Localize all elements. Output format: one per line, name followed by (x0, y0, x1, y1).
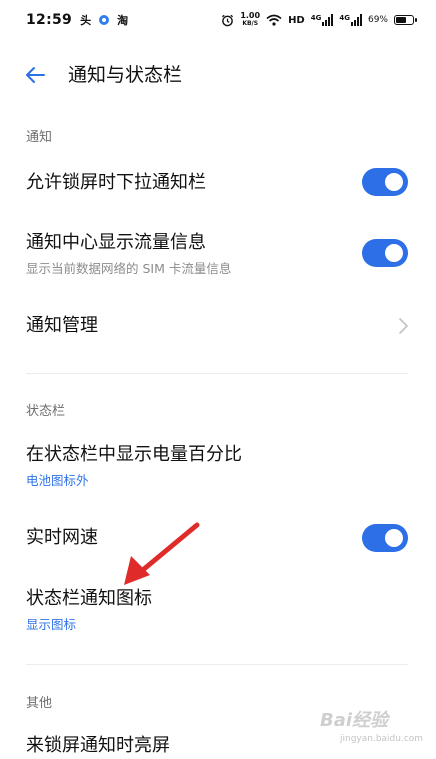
toutiao-app-icon: 头 (80, 14, 92, 27)
setting-value-battery-percentage: 电池图标外 (26, 473, 89, 488)
toggle-realtime-speed[interactable] (362, 524, 408, 552)
setting-title-statusbar-notification-icons: 状态栏通知图标 (26, 588, 152, 609)
toggle-knob (385, 173, 403, 191)
toggle-knob (385, 244, 403, 262)
toggle-show-traffic-info[interactable] (362, 239, 408, 267)
toggle-knob (385, 529, 403, 547)
signal-icon: 4G (339, 14, 362, 26)
network-speed-unit: KB/S (242, 20, 259, 27)
setting-subtitle-show-traffic-info: 显示当前数据网络的 SIM 卡流量信息 (26, 261, 232, 276)
setting-title-battery-percentage: 在状态栏中显示电量百分比 (26, 444, 242, 465)
sim2-network-label: 4G (339, 14, 350, 22)
alarm-icon (222, 14, 234, 26)
status-bar-left: 12:59 头 淘 (26, 12, 128, 28)
network-speed: 1.00 KB/S (240, 12, 260, 28)
taobao-app-icon: 淘 (117, 14, 129, 27)
section-label-statusbar: 状态栏 (26, 404, 66, 419)
status-bar-right: 1.00 KB/S HD 4G 4G 69% (221, 12, 417, 28)
setting-title-show-traffic-info: 通知中心显示流量信息 (26, 232, 206, 253)
red-arrow-annotation (124, 522, 200, 585)
wifi-icon (266, 14, 282, 26)
watermark-text: Bai经验 (320, 710, 389, 731)
status-bar: 12:59 头 淘 1.00 KB/S HD 4G 4G 69% (0, 0, 436, 40)
page-header: 通知与状态栏 (0, 52, 436, 98)
baidu-jingyan-watermark: Bai经验 jingyan.baidu.com (300, 700, 424, 750)
signal-icon: 4G (311, 14, 334, 26)
setting-value-statusbar-notification-icons: 显示图标 (26, 617, 77, 632)
battery-fill (396, 17, 406, 23)
setting-title-allow-lockscreen-pulldown: 允许锁屏时下拉通知栏 (26, 172, 206, 193)
battery-icon (394, 15, 417, 25)
sim1-network-label: 4G (310, 14, 322, 22)
section-label-notify: 通知 (26, 130, 53, 145)
setting-title-lockscreen-wake: 来锁屏通知时亮屏 (26, 735, 170, 756)
toggle-allow-lockscreen-pulldown[interactable] (362, 168, 408, 196)
network-speed-value: 1.00 (240, 11, 261, 20)
blue-circle-app-icon (99, 15, 110, 25)
battery-percent: 69% (367, 15, 388, 25)
setting-title-realtime-speed: 实时网速 (26, 527, 98, 548)
section-divider (26, 664, 408, 665)
chevron-right-icon (399, 318, 408, 334)
setting-title-notification-management: 通知管理 (26, 315, 98, 336)
watermark-url: jingyan.baidu.com (340, 734, 424, 744)
status-time: 12:59 (26, 12, 73, 28)
section-divider (26, 373, 408, 374)
hd-indicator: HD (288, 14, 305, 26)
section-label-other: 其他 (26, 696, 53, 711)
page-title: 通知与状态栏 (68, 64, 183, 86)
back-arrow-icon[interactable] (22, 62, 48, 88)
